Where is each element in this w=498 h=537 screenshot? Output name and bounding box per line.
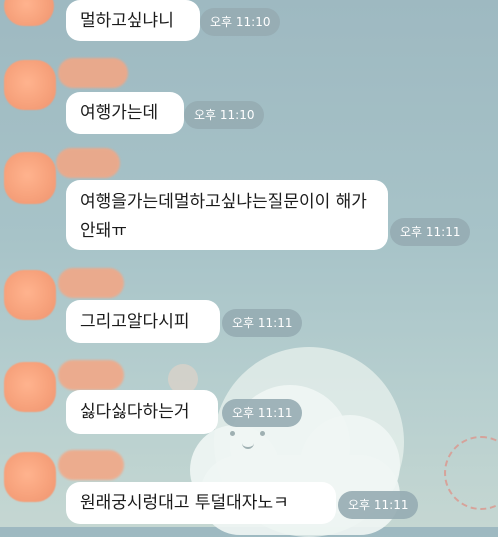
- sender-name: [58, 360, 124, 390]
- avatar[interactable]: [4, 452, 56, 502]
- avatar[interactable]: [4, 152, 56, 204]
- avatar[interactable]: [4, 0, 54, 26]
- message-timestamp: 오후 11:11: [222, 399, 303, 427]
- message-timestamp: 오후 11:11: [390, 218, 471, 246]
- message-bubble[interactable]: 원래궁시렁대고 투덜대자노ㅋ: [66, 482, 336, 524]
- message-bubble[interactable]: 그리고알다시피: [66, 300, 220, 343]
- avatar[interactable]: [4, 362, 56, 412]
- sender-name: [56, 148, 120, 178]
- message-timestamp: 오후 11:10: [184, 101, 265, 129]
- message-timestamp: 오후 11:10: [200, 8, 281, 36]
- message-bubble[interactable]: 여행을가는데멀하고싶냐는질문이이 해가안돼ㅠ: [66, 180, 388, 250]
- message-timestamp: 오후 11:11: [222, 309, 303, 337]
- sender-name: [58, 268, 124, 298]
- sender-name: [58, 58, 128, 88]
- message-bubble[interactable]: 멀하고싶냐니: [66, 0, 200, 41]
- message-timestamp: 오후 11:11: [338, 491, 419, 519]
- avatar[interactable]: [4, 270, 56, 320]
- background-dashed-circle: [444, 436, 498, 510]
- message-bubble[interactable]: 싫다싫다하는거: [66, 390, 218, 434]
- chat-room: 멀하고싶냐니 오후 11:10 여행가는데 오후 11:10 여행을가는데멀하고…: [0, 0, 498, 537]
- sender-name: [58, 450, 124, 480]
- avatar[interactable]: [4, 60, 56, 110]
- message-bubble[interactable]: 여행가는데: [66, 92, 184, 134]
